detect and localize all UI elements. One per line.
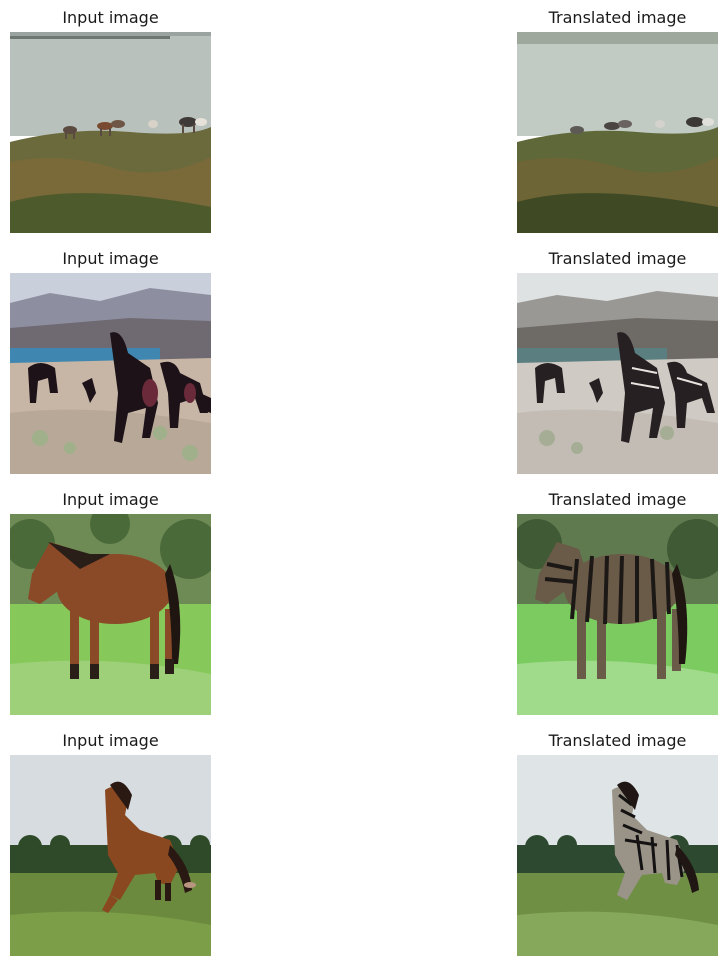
row-3-output-title: Translated image (548, 490, 687, 509)
row-4-input-title: Input image (62, 731, 159, 750)
row-2-input-title: Input image (62, 249, 159, 268)
row-1-input-image (10, 32, 211, 233)
row-2-output-title: Translated image (548, 249, 687, 268)
row-1-output-image (517, 32, 718, 233)
row-3-output-image (517, 514, 718, 715)
row-3-input-title: Input image (62, 490, 159, 509)
row-4-output-image (517, 755, 718, 956)
row-2-input-image (10, 273, 211, 474)
row-1-input-title: Input image (62, 8, 159, 27)
row-2-output-image (517, 273, 718, 474)
row-1-output-title: Translated image (548, 8, 687, 27)
row-3-input-image (10, 514, 211, 715)
row-4-input-image (10, 755, 211, 956)
row-4-output-title: Translated image (548, 731, 687, 750)
